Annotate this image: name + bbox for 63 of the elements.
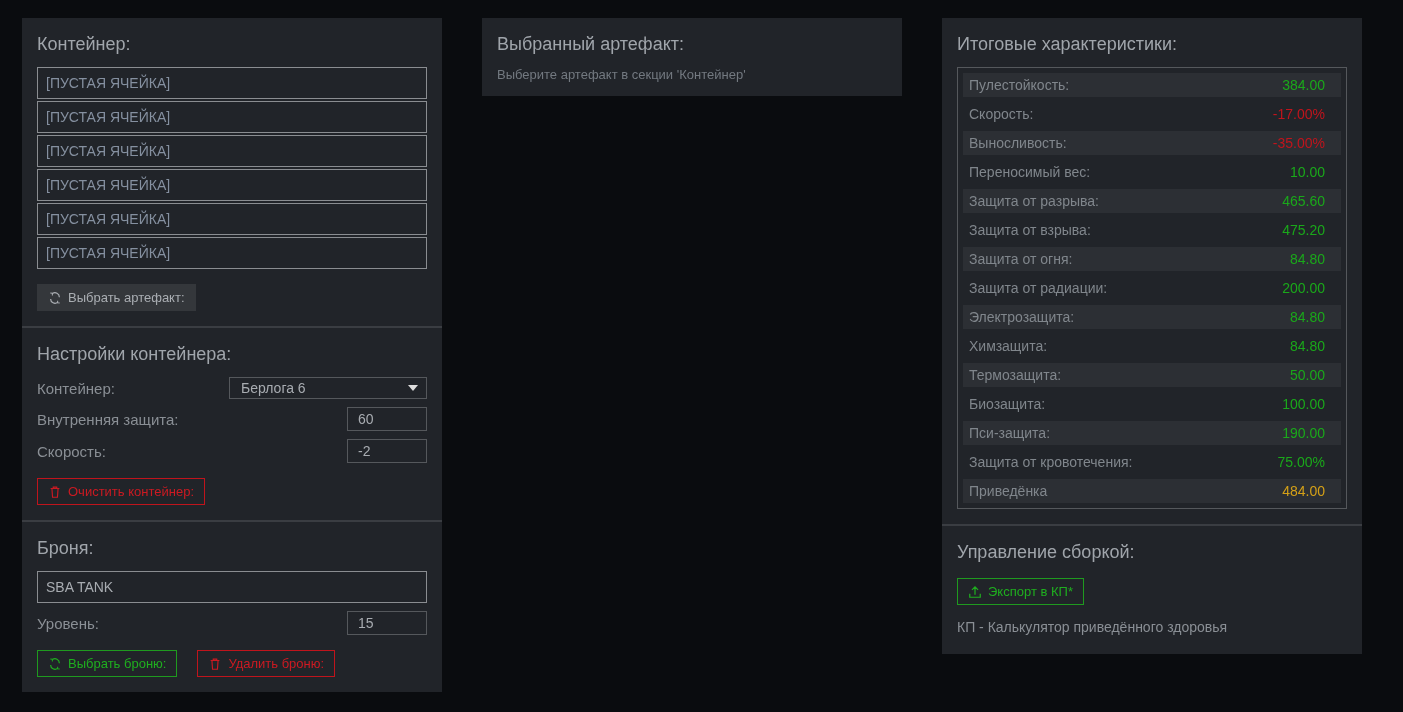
note-text: КП - Калькулятор приведённого здоровья [957,619,1229,635]
stat-name: Химзащита: [969,338,1048,354]
number-field[interactable]: 60 [347,407,427,431]
refresh-icon [48,656,62,671]
stat-name: Термозащита: [969,367,1062,383]
upload-icon [968,584,982,599]
stat-name: Приведёнка [969,483,1048,499]
empty-slot[interactable]: [ПУСТАЯ ЯЧЕЙКА] [37,203,427,235]
stat-value: 100.00 [1282,396,1325,412]
stat-name: Переносимый вес: [969,164,1091,180]
caret-icon [408,385,418,391]
export-button[interactable]: Экспорт в КП* [957,578,1084,605]
clear-container-button[interactable]: Очистить контейнер: [37,478,205,505]
remove-armor-button[interactable]: Удалить броню: [197,650,336,677]
section-title: Итоговые характеристики: [957,34,1178,55]
section-title: Настройки контейнера: [37,344,233,365]
number-field[interactable]: 15 [347,611,427,635]
stat-value: 84.80 [1289,338,1325,354]
stat-name: Пси-защита: [969,425,1051,441]
stat-value: 50.00 [1289,367,1325,383]
empty-slot[interactable]: [ПУСТАЯ ЯЧЕЙКА] [37,237,427,269]
stat-name: Пулестойкость: [969,77,1070,93]
stat-value: 484.00 [1282,483,1325,499]
stat-name: Защита от разрыва: [969,193,1099,209]
stat-name: Электрозащита: [969,309,1075,325]
stat-name: Скорость: [969,106,1034,122]
empty-slot[interactable]: [ПУСТАЯ ЯЧЕЙКА] [37,169,427,201]
field-label: Контейнер: [37,379,115,397]
stat-value: 190.00 [1282,425,1325,441]
empty-slot[interactable]: [ПУСТАЯ ЯЧЕЙКА] [37,67,427,99]
empty-slot[interactable]: [ПУСТАЯ ЯЧЕЙКА] [37,101,427,133]
stat-value: 475.20 [1282,222,1325,238]
armor-name-field[interactable]: SBA TANK [37,571,427,603]
stat-value: 75.00% [1277,454,1325,470]
field-label: Внутренняя защита: [37,410,179,428]
field-label: Скорость: [37,442,106,460]
stat-name: Защита от огня: [969,251,1073,267]
stat-value: 84.80 [1289,251,1325,267]
section-title: Управление сборкой: [957,542,1136,563]
section-title: Броня: [37,538,95,559]
number-field[interactable]: -2 [347,439,427,463]
stat-value: 200.00 [1282,280,1325,296]
stat-value: 10.00 [1289,164,1325,180]
stat-value: 84.80 [1289,309,1325,325]
refresh-icon [48,290,62,305]
container-dropdown[interactable]: Берлога 6 [229,377,427,399]
section-title: Выбранный артефакт: [497,34,685,55]
stat-name: Выносливость: [969,135,1067,151]
stat-value: -35.00% [1272,135,1325,151]
field-label: Уровень: [37,614,99,632]
trash-icon [48,484,62,499]
select-armor-button[interactable]: Выбрать броню: [37,650,178,677]
hint-text: Выберите артефакт в секции 'Контейнер' [497,67,747,82]
stat-value: 465.60 [1282,193,1325,209]
stat-name: Защита от кровотечения: [969,454,1133,470]
empty-slot[interactable]: [ПУСТАЯ ЯЧЕЙКА] [37,135,427,167]
stat-value: 384.00 [1282,77,1325,93]
select-artifact-button[interactable]: Выбрать артефакт: [37,284,196,311]
stat-name: Защита от взрыва: [969,222,1091,238]
stat-name: Биозащита: [969,396,1046,412]
section-title: Контейнер: [37,34,132,55]
stat-name: Защита от радиации: [969,280,1108,296]
stat-value: -17.00% [1272,106,1325,122]
